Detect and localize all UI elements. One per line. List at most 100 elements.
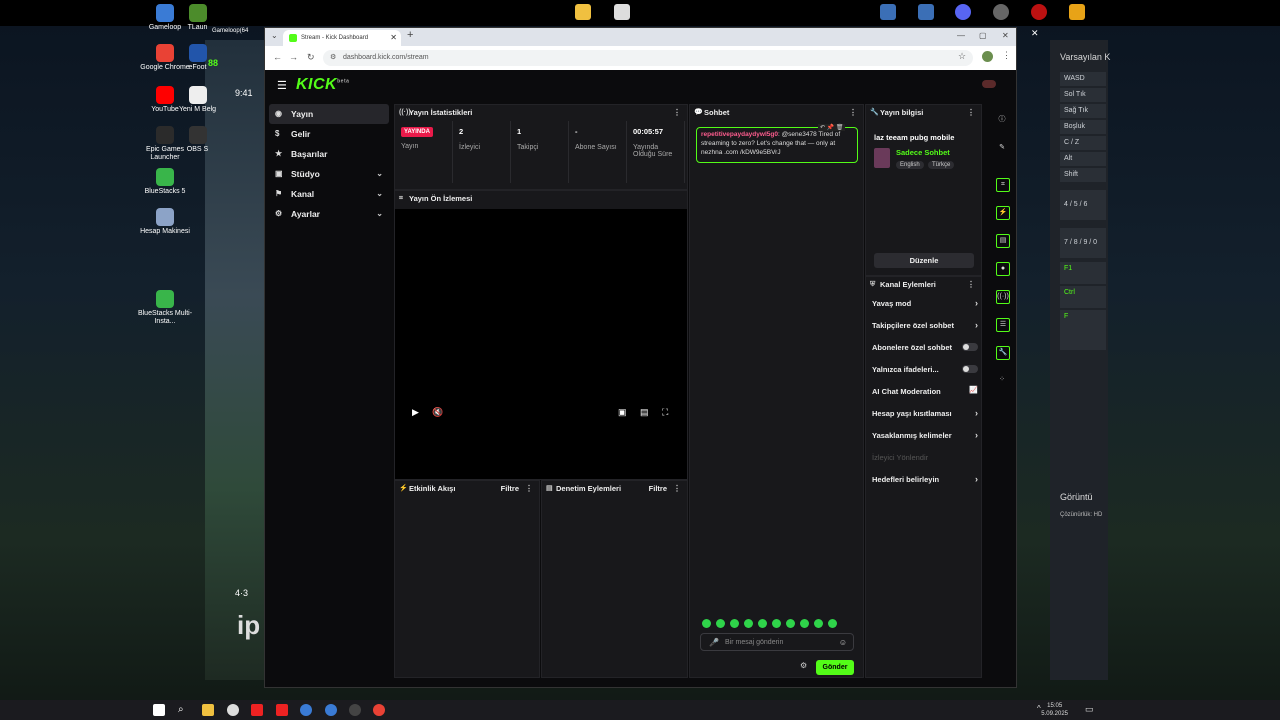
desktop-icon[interactable]: BlueStacks Multi-Insta...: [135, 290, 195, 326]
close-window-icon[interactable]: ✕: [1002, 31, 1009, 40]
info-icon[interactable]: ⓘ: [996, 114, 1008, 126]
browser-tab[interactable]: Stream - Kick Dashboard ✕: [283, 30, 401, 46]
play-icon[interactable]: ▶: [412, 407, 419, 418]
chat-input[interactable]: 🎤 Bir mesaj gönderin ☺: [700, 633, 854, 651]
sidebar-item[interactable]: ◉ Yayın: [269, 104, 389, 124]
key-binding[interactable]: Alt: [1060, 152, 1106, 166]
key-binding[interactable]: Ctrl: [1060, 286, 1106, 308]
emote-icon[interactable]: [716, 619, 725, 628]
emoji-icon[interactable]: ☺: [839, 634, 847, 652]
close-icon[interactable]: ✕: [1031, 28, 1039, 39]
emote-icon[interactable]: [828, 619, 837, 628]
minimize-icon[interactable]: —: [957, 31, 965, 40]
more-options-icon[interactable]: ⋮: [967, 105, 975, 121]
user-avatar[interactable]: [982, 80, 996, 88]
sidebar-item[interactable]: ⚙ Ayarlar ⌄: [269, 204, 389, 224]
channel-action-row[interactable]: Yalnızca ifadeleri...: [872, 365, 978, 374]
key-binding[interactable]: F1: [1060, 262, 1106, 284]
more-options-icon[interactable]: ⋮: [967, 277, 975, 293]
app-icon[interactable]: [1069, 4, 1085, 20]
chevron-down-icon[interactable]: ⌄: [376, 184, 383, 204]
key-binding[interactable]: C / Z: [1060, 136, 1106, 150]
chrome-icon[interactable]: [373, 704, 385, 716]
desktop-icon[interactable]: Yeni M Belg: [170, 86, 225, 114]
emote-icon[interactable]: [758, 619, 767, 628]
system-clock[interactable]: 15:05 5.09.2025: [1041, 702, 1068, 718]
hamburger-menu-icon[interactable]: ☰: [277, 79, 287, 92]
sidebar-item[interactable]: ▣ Stüdyo ⌄: [269, 164, 389, 184]
toggle-switch[interactable]: [962, 343, 978, 351]
more-options-icon[interactable]: ⋮: [849, 105, 857, 121]
channel-action-row[interactable]: Hesap yaşı kısıtlaması ›: [872, 408, 978, 418]
site-info-icon[interactable]: ⚙: [330, 50, 336, 66]
app-icon[interactable]: [325, 704, 337, 716]
fullscreen-icon[interactable]: ⛶: [662, 407, 668, 418]
theater-icon[interactable]: ▤: [640, 407, 649, 418]
emote-icon[interactable]: [772, 619, 781, 628]
message-tools[interactable]: ↶ 📌 🗑: [818, 124, 846, 131]
notification-icon[interactable]: ▭: [1085, 704, 1094, 715]
key-binding[interactable]: 4 / 5 / 6: [1060, 190, 1106, 220]
toggle-switch[interactable]: [962, 365, 978, 373]
key-binding[interactable]: Shift: [1060, 168, 1106, 182]
chat-username[interactable]: repetitivepaydaydywl5g0: [701, 131, 778, 138]
emote-icon[interactable]: [800, 619, 809, 628]
emote-icon[interactable]: [702, 619, 711, 628]
maximize-icon[interactable]: ▢: [979, 31, 987, 40]
channel-action-row[interactable]: Abonelere özel sohbet: [872, 343, 978, 352]
app-icon[interactable]: [1031, 4, 1047, 20]
chevron-up-icon[interactable]: ^: [1037, 704, 1041, 713]
app-icon[interactable]: [614, 4, 630, 20]
chevron-down-icon[interactable]: ⌄: [376, 204, 383, 224]
emote-icon[interactable]: [744, 619, 753, 628]
more-options-icon[interactable]: ⋮: [673, 481, 681, 497]
app-icon[interactable]: [300, 704, 312, 716]
emote-icon[interactable]: [786, 619, 795, 628]
channel-action-row[interactable]: Takipçilere özel sohbet ›: [872, 320, 978, 330]
moderation-filter-button[interactable]: Filtre: [649, 481, 667, 497]
chevron-down-icon[interactable]: ⌄: [271, 31, 278, 40]
back-icon[interactable]: ←: [273, 52, 282, 62]
chat-message[interactable]: repetitivepaydaydywl5g0: @sene3478 Tired…: [696, 127, 858, 163]
new-tab-icon[interactable]: +: [407, 29, 413, 41]
desktop-icon[interactable]: Hesap Makinesi: [135, 208, 195, 236]
chevron-down-icon[interactable]: ⌄: [376, 164, 383, 184]
edit-button[interactable]: Düzenle: [874, 253, 974, 268]
file-explorer-icon[interactable]: [202, 704, 214, 716]
activity-filter-button[interactable]: Filtre: [501, 481, 519, 497]
chat-icon[interactable]: ●: [996, 262, 1010, 276]
channel-action-row[interactable]: AI Chat Moderation 📈: [872, 387, 978, 396]
app-icon[interactable]: [880, 4, 896, 20]
emote-icon[interactable]: [814, 619, 823, 628]
channel-action-row[interactable]: Hedefleri belirleyin ›: [872, 474, 978, 484]
app-icon[interactable]: [918, 4, 934, 20]
wrench-icon[interactable]: 🔧: [996, 346, 1010, 360]
key-binding[interactable]: Boşluk: [1060, 120, 1106, 134]
key-binding[interactable]: 7 / 8 / 9 / 0: [1060, 228, 1106, 258]
document-icon[interactable]: ▤: [996, 234, 1010, 248]
channel-action-row[interactable]: Yavaş mod ›: [872, 298, 978, 308]
more-options-icon[interactable]: ⋮: [525, 481, 533, 497]
gameloop-window-title[interactable]: Gameloop(64: [212, 28, 248, 34]
server-icon[interactable]: ☰: [996, 318, 1010, 332]
pencil-icon[interactable]: ✎: [996, 142, 1008, 154]
key-binding[interactable]: Sol Tık: [1060, 88, 1106, 102]
desktop-icon[interactable]: eFoot: [170, 44, 225, 72]
mute-icon[interactable]: 🔇: [432, 407, 443, 418]
pip-icon[interactable]: ▣: [618, 407, 627, 418]
app-icon[interactable]: [227, 704, 239, 716]
key-binding[interactable]: F: [1060, 310, 1106, 350]
windows-start-icon[interactable]: [153, 704, 165, 716]
send-button[interactable]: Gönder: [816, 660, 854, 675]
channel-action-row[interactable]: Yasaklanmış kelimeler ›: [872, 430, 978, 440]
chat-settings-gear-icon[interactable]: ⚙: [800, 661, 807, 670]
steam-icon[interactable]: [993, 4, 1009, 20]
mic-icon[interactable]: 🎤: [709, 634, 719, 652]
emote-icon[interactable]: [730, 619, 739, 628]
stream-category[interactable]: Sadece Sohbet: [896, 148, 950, 157]
profile-avatar[interactable]: [982, 51, 993, 62]
sidebar-item[interactable]: $ Gelir: [269, 124, 389, 144]
desktop-icon[interactable]: BlueStacks 5: [135, 168, 195, 196]
reload-icon[interactable]: ↻: [307, 52, 315, 63]
key-binding[interactable]: WASD: [1060, 72, 1106, 86]
